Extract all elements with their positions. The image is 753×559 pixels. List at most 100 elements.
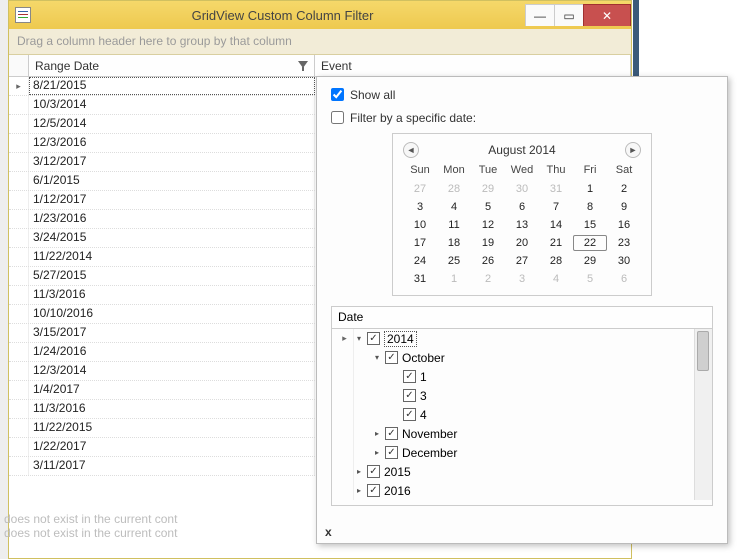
- tree-row[interactable]: ▸✓November: [332, 424, 694, 443]
- range-date-cell[interactable]: 12/5/2014: [29, 115, 315, 133]
- calendar-day[interactable]: 3: [505, 271, 539, 287]
- tree-row[interactable]: ▸✓December: [332, 443, 694, 462]
- show-all-checkbox[interactable]: [331, 88, 344, 101]
- filter-specific-option[interactable]: Filter by a specific date:: [327, 108, 717, 127]
- tree-checkbox[interactable]: ✓: [403, 370, 416, 383]
- tree-checkbox[interactable]: ✓: [367, 484, 380, 497]
- calendar-day[interactable]: 2: [471, 271, 505, 287]
- tree-checkbox[interactable]: ✓: [403, 389, 416, 402]
- range-date-cell[interactable]: 11/3/2016: [29, 400, 315, 418]
- range-date-cell[interactable]: 10/10/2016: [29, 305, 315, 323]
- range-date-cell[interactable]: 10/3/2014: [29, 96, 315, 114]
- tree-checkbox[interactable]: ✓: [385, 446, 398, 459]
- tree-row[interactable]: ▸▾✓2014: [332, 329, 694, 348]
- calendar-day[interactable]: 11: [437, 217, 471, 233]
- calendar-day[interactable]: 27: [403, 181, 437, 197]
- range-date-cell[interactable]: 1/24/2016: [29, 343, 315, 361]
- range-date-cell[interactable]: 3/11/2017: [29, 457, 315, 475]
- filter-icon[interactable]: [298, 61, 308, 71]
- calendar-day[interactable]: 12: [471, 217, 505, 233]
- calendar-day[interactable]: 26: [471, 253, 505, 269]
- calendar-day[interactable]: 9: [607, 199, 641, 215]
- range-date-cell[interactable]: 8/21/2015: [29, 77, 315, 95]
- expander-icon[interactable]: ▸: [372, 429, 382, 439]
- calendar-day[interactable]: 6: [607, 271, 641, 287]
- calendar-day[interactable]: 10: [403, 217, 437, 233]
- maximize-button[interactable]: ▭: [554, 4, 584, 26]
- calendar-day[interactable]: 8: [573, 199, 607, 215]
- range-date-cell[interactable]: 3/12/2017: [29, 153, 315, 171]
- tree-checkbox[interactable]: ✓: [385, 427, 398, 440]
- calendar-day[interactable]: 19: [471, 235, 505, 251]
- calendar-day[interactable]: 4: [539, 271, 573, 287]
- scrollbar[interactable]: [694, 329, 712, 500]
- calendar-day[interactable]: 13: [505, 217, 539, 233]
- tree-row[interactable]: ✓1: [332, 367, 694, 386]
- filter-specific-checkbox[interactable]: [331, 111, 344, 124]
- calendar-day[interactable]: 17: [403, 235, 437, 251]
- range-date-cell[interactable]: 1/4/2017: [29, 381, 315, 399]
- expander-icon[interactable]: ▸: [354, 486, 364, 496]
- calendar-day[interactable]: 1: [437, 271, 471, 287]
- calendar-day[interactable]: 5: [573, 271, 607, 287]
- expander-icon[interactable]: ▸: [372, 448, 382, 458]
- calendar-day[interactable]: 27: [505, 253, 539, 269]
- expander-icon[interactable]: ▸: [354, 467, 364, 477]
- column-header-range-date[interactable]: Range Date: [29, 55, 315, 76]
- range-date-cell[interactable]: 3/24/2015: [29, 229, 315, 247]
- calendar-day[interactable]: 28: [437, 181, 471, 197]
- column-header-event[interactable]: Event: [315, 55, 631, 76]
- tree-checkbox[interactable]: ✓: [385, 351, 398, 364]
- popup-close-x[interactable]: x: [325, 525, 332, 539]
- calendar-prev-button[interactable]: ◄: [403, 142, 419, 158]
- calendar-day[interactable]: 15: [573, 217, 607, 233]
- calendar-day[interactable]: 14: [539, 217, 573, 233]
- close-button[interactable]: ✕: [583, 4, 631, 26]
- calendar-day[interactable]: 20: [505, 235, 539, 251]
- calendar-month-label[interactable]: August 2014: [488, 143, 555, 157]
- range-date-cell[interactable]: 1/22/2017: [29, 438, 315, 456]
- calendar-day[interactable]: 16: [607, 217, 641, 233]
- calendar-day[interactable]: 31: [403, 271, 437, 287]
- filter-tree[interactable]: ▸▾✓2014▾✓October✓1✓3✓4▸✓November▸✓Decemb…: [332, 329, 694, 500]
- range-date-cell[interactable]: 1/23/2016: [29, 210, 315, 228]
- calendar-day[interactable]: 7: [539, 199, 573, 215]
- calendar-day[interactable]: 31: [539, 181, 573, 197]
- filter-grid-header[interactable]: Date: [332, 307, 712, 329]
- tree-checkbox[interactable]: ✓: [403, 408, 416, 421]
- tree-row[interactable]: ▸✓2016: [332, 481, 694, 500]
- calendar-day[interactable]: 29: [471, 181, 505, 197]
- range-date-cell[interactable]: 11/22/2014: [29, 248, 315, 266]
- tree-checkbox[interactable]: ✓: [367, 465, 380, 478]
- range-date-cell[interactable]: 11/3/2016: [29, 286, 315, 304]
- calendar-day[interactable]: 1: [573, 181, 607, 197]
- calendar-day[interactable]: 29: [573, 253, 607, 269]
- calendar-next-button[interactable]: ►: [625, 142, 641, 158]
- calendar-day[interactable]: 3: [403, 199, 437, 215]
- calendar-day[interactable]: 23: [607, 235, 641, 251]
- calendar-day[interactable]: 4: [437, 199, 471, 215]
- tree-row[interactable]: ▸✓2015: [332, 462, 694, 481]
- titlebar[interactable]: GridView Custom Column Filter — ▭ ✕: [9, 1, 631, 29]
- group-panel[interactable]: Drag a column header here to group by th…: [9, 29, 631, 55]
- range-date-cell[interactable]: 12/3/2016: [29, 134, 315, 152]
- calendar-day[interactable]: 18: [437, 235, 471, 251]
- range-date-cell[interactable]: 3/15/2017: [29, 324, 315, 342]
- show-all-option[interactable]: Show all: [327, 85, 717, 104]
- calendar-day[interactable]: 25: [437, 253, 471, 269]
- calendar-day[interactable]: 6: [505, 199, 539, 215]
- minimize-button[interactable]: —: [525, 4, 555, 26]
- range-date-cell[interactable]: 11/22/2015: [29, 419, 315, 437]
- range-date-cell[interactable]: 12/3/2014: [29, 362, 315, 380]
- range-date-cell[interactable]: 1/12/2017: [29, 191, 315, 209]
- calendar-day[interactable]: 21: [539, 235, 573, 251]
- tree-checkbox[interactable]: ✓: [367, 332, 380, 345]
- expander-icon[interactable]: ▾: [372, 353, 382, 363]
- calendar-day[interactable]: 30: [505, 181, 539, 197]
- tree-row[interactable]: ▾✓October: [332, 348, 694, 367]
- calendar-day[interactable]: 22: [573, 235, 607, 251]
- expander-icon[interactable]: ▾: [354, 334, 364, 344]
- range-date-cell[interactable]: 5/27/2015: [29, 267, 315, 285]
- tree-row[interactable]: ✓3: [332, 386, 694, 405]
- calendar-day[interactable]: 28: [539, 253, 573, 269]
